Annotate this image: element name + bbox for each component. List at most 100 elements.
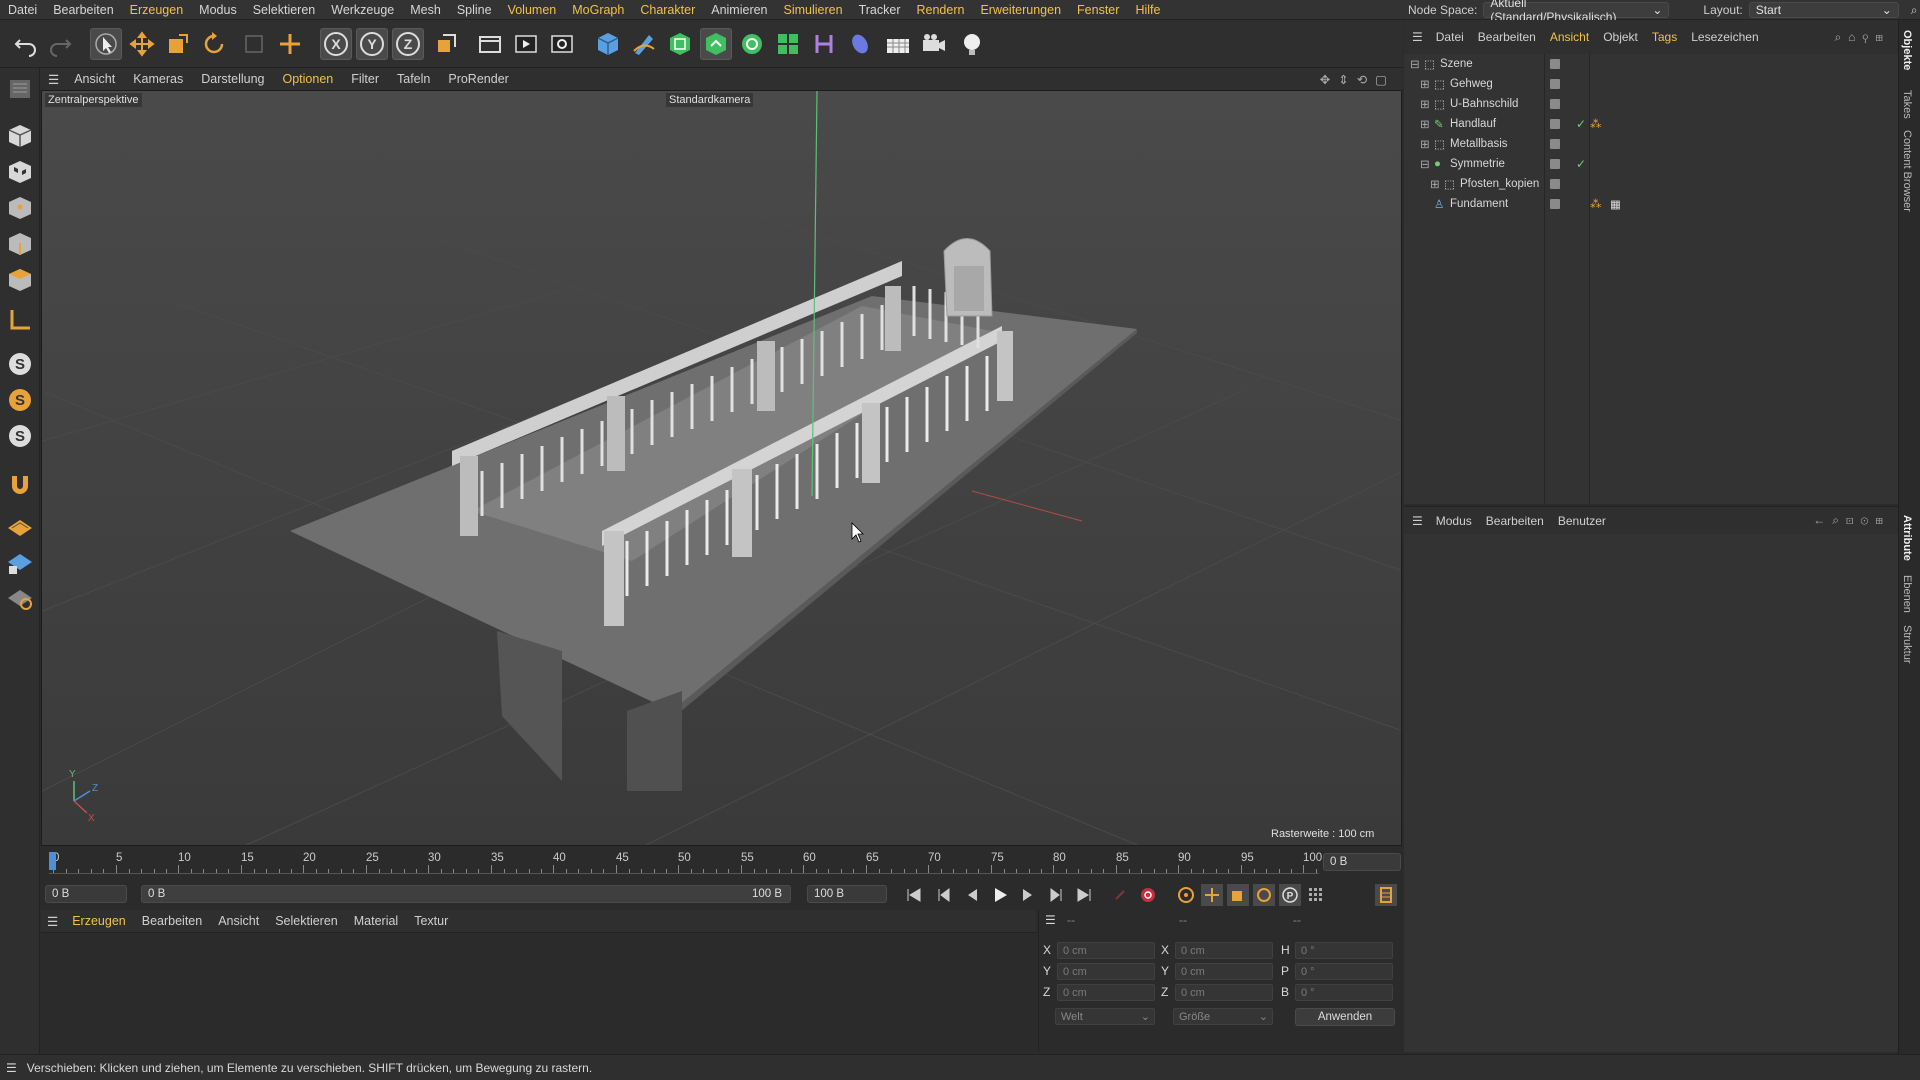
expand-icon[interactable]: ⊞ [1430,177,1440,191]
menu-erweiterungen[interactable]: Erweiterungen [972,0,1069,20]
next-frame-icon[interactable] [1017,884,1039,906]
viewport-menu-optionen[interactable]: Optionen [273,72,342,86]
camera-label[interactable]: Standardkamera [666,93,754,107]
expand-icon[interactable]: ⊞ [1420,117,1430,131]
tab-content-browser[interactable]: Content Browser [1901,130,1913,212]
frame-ruler[interactable]: 0 5 10 15 20 25 30 35 40 45 50 55 60 65 70 75 80 85 90 95 10… [49,852,1322,874]
pos-y-field[interactable]: 0 cm [1057,963,1155,980]
tag-icon[interactable]: ⁂ [1590,117,1602,131]
menu-volumen[interactable]: Volumen [500,0,565,20]
tab-attribute[interactable]: Attribute [1901,515,1913,561]
3d-viewport[interactable]: Y Z X Zentralperspektive Standardkamera … [41,90,1402,846]
menu-werkzeuge[interactable]: Werkzeuge [323,0,402,20]
position-key-icon[interactable] [1201,884,1223,906]
prev-key-icon[interactable] [933,884,955,906]
layout-select[interactable]: Start ⌄ [1748,2,1899,18]
hamburger-icon[interactable]: ☰ [0,1061,27,1075]
edge-mode-icon[interactable] [4,228,36,260]
array-icon[interactable] [772,28,804,60]
tab-struktur[interactable]: Struktur [1901,625,1913,664]
menu-simulieren[interactable]: Simulieren [776,0,851,20]
mode-select[interactable]: Welt ⌄ [1055,1008,1155,1025]
render-region-icon[interactable] [474,28,506,60]
attributes-tools[interactable]: ←⌕⊡⊙⊞ [1813,513,1890,528]
symmetry-snap-icon[interactable]: S [4,420,36,452]
camera-icon[interactable] [918,28,950,60]
rot-b-field[interactable]: 0 ° [1295,984,1393,1001]
scale-key-icon[interactable] [1227,884,1249,906]
viewport-menu-filter[interactable]: Filter [342,72,388,86]
hamburger-icon[interactable]: ☰ [41,914,64,929]
material-area[interactable] [41,932,1036,1052]
locked-workplane-icon[interactable] [4,546,36,578]
visibility-icon[interactable] [1550,139,1560,149]
tag-icon[interactable]: ⁂ [1590,197,1602,211]
texture-mode-icon[interactable] [4,156,36,188]
hamburger-icon[interactable]: ☰ [1404,514,1429,528]
move-icon[interactable] [126,28,158,60]
menu-datei[interactable]: Datei [0,0,45,20]
menu-spline[interactable]: Spline [449,0,500,20]
menu-mograph[interactable]: MoGraph [564,0,632,20]
viewport-menu-prorender[interactable]: ProRender [439,72,517,86]
menu-animieren[interactable]: Animieren [703,0,775,20]
timeline-window-icon[interactable] [1375,884,1397,906]
rotate-icon[interactable] [198,28,230,60]
menu-bearbeiten[interactable]: Bearbeiten [45,0,121,20]
point-mode-icon[interactable] [4,192,36,224]
menu-fenster[interactable]: Fenster [1069,0,1127,20]
pos-z-field[interactable]: 0 cm [1057,984,1155,1001]
z-axis-icon[interactable]: Z [392,28,424,60]
key-record-icon[interactable] [1109,884,1131,906]
expand-icon[interactable]: ⊞ [1420,137,1430,151]
expand-icon[interactable]: ⊞ [1420,77,1430,91]
hamburger-icon[interactable]: ☰ [40,72,65,87]
light-icon[interactable] [956,28,988,60]
planar-workplane-icon[interactable] [4,582,36,614]
object-menu-ansicht[interactable]: Ansicht [1543,30,1596,44]
size-y-field[interactable]: 0 cm [1175,963,1273,980]
viewport-menu-tafeln[interactable]: Tafeln [388,72,439,86]
object-menu-datei[interactable]: Datei [1429,30,1471,44]
magnet-icon[interactable] [4,466,36,498]
axis-mode-icon[interactable] [4,304,36,336]
snap-icon[interactable]: S [4,348,36,380]
model-mode-icon[interactable] [4,120,36,152]
soft-selection-icon[interactable]: S [4,384,36,416]
floor-icon[interactable] [882,28,914,60]
prev-frame-icon[interactable] [961,884,983,906]
material-menu-material[interactable]: Material [346,914,406,928]
start-frame-field[interactable]: 0 B [45,885,127,903]
menu-rendern[interactable]: Rendern [908,0,972,20]
object-menu-lesezeichen[interactable]: Lesezeichen [1684,30,1765,44]
size-select[interactable]: Größe ⌄ [1173,1008,1273,1025]
play-icon[interactable] [989,884,1011,906]
object-row-pfosten-kopien[interactable]: ⊞ ⬚ Pfosten_kopien [1404,174,1898,194]
object-menu-objekt[interactable]: Objekt [1596,30,1645,44]
timeline-ruler[interactable]: 0 5 10 15 20 25 30 35 40 45 50 55 60 65 70 75 80 85 90 95 10… [41,848,1402,878]
menu-charakter[interactable]: Charakter [632,0,703,20]
subdivision-icon[interactable] [664,28,696,60]
material-menu-ansicht[interactable]: Ansicht [210,914,267,928]
attributes-menu-benutzer[interactable]: Benutzer [1551,514,1613,528]
recent-tool-icon[interactable] [238,28,270,60]
material-tag-icon[interactable]: ▦ [1610,197,1621,211]
object-menu-tags[interactable]: Tags [1645,30,1684,44]
extrude-icon[interactable] [700,28,732,60]
end-frame-field[interactable]: 100 B [807,885,887,903]
parameter-key-icon[interactable]: P [1279,884,1301,906]
scale-icon[interactable] [162,28,194,60]
object-row-szene[interactable]: ⊟ ⬚ Szene [1404,54,1898,74]
attributes-menu-modus[interactable]: Modus [1429,514,1479,528]
visibility-icon[interactable] [1550,99,1560,109]
material-menu-textur[interactable]: Textur [406,914,456,928]
enabled-check-icon[interactable]: ✓ [1576,157,1586,171]
undo-icon[interactable] [10,28,42,60]
cube-icon[interactable] [592,28,624,60]
node-space-select[interactable]: Aktuell (Standard/Physikalisch) ⌄ [1483,0,1670,24]
keyframe-selection-icon[interactable] [1175,884,1197,906]
sweep-icon[interactable] [844,28,876,60]
object-manager-tools[interactable]: ⌕⌂⚲⊞ [1834,30,1890,45]
viewport-menu-kameras[interactable]: Kameras [124,72,192,86]
y-axis-icon[interactable]: Y [356,28,388,60]
